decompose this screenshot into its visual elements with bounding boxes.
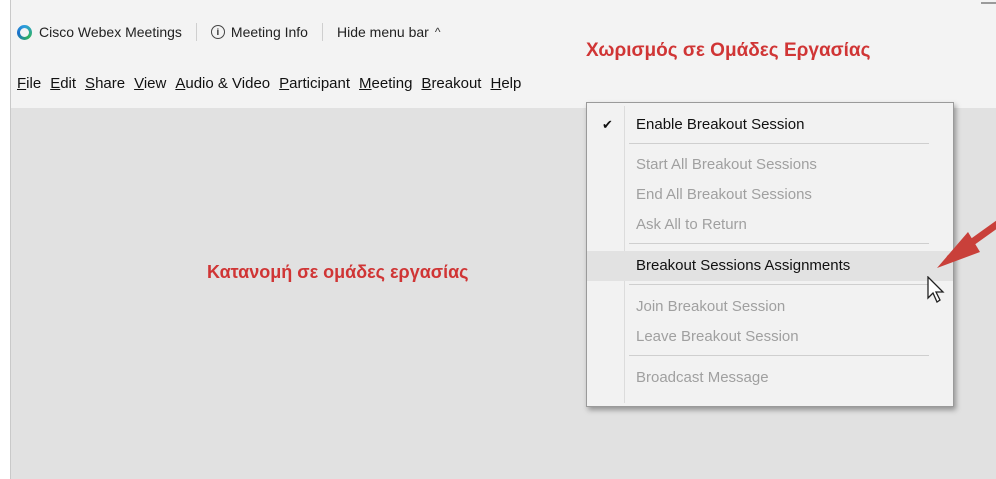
annotation-title: Χωρισμός σε Ομάδες Εργασίας: [586, 40, 871, 61]
menu-item-join-breakout-session: Join Breakout Session: [587, 292, 953, 322]
menu-item-enable-breakout-session[interactable]: ✔ Enable Breakout Session: [587, 110, 953, 140]
menu-help[interactable]: Help: [490, 75, 521, 92]
menu-item-label: Join Breakout Session: [636, 298, 786, 315]
menu-item-label: Leave Breakout Session: [636, 328, 799, 345]
menu-separator: [629, 284, 929, 285]
menu-separator: [629, 355, 929, 356]
meeting-info-label: Meeting Info: [230, 24, 308, 40]
mouse-pointer-icon: [927, 276, 945, 303]
menu-item-leave-breakout-session: Leave Breakout Session: [587, 322, 953, 352]
hide-menu-bar-button[interactable]: Hide menu bar ^: [337, 24, 440, 40]
hide-menu-bar-label: Hide menu bar: [336, 24, 429, 40]
menu-separator: [629, 143, 929, 144]
divider: [195, 23, 197, 41]
info-icon: i: [210, 25, 225, 39]
menu-share[interactable]: Share: [85, 75, 125, 92]
divider: [321, 23, 323, 41]
window-edge: [981, 2, 996, 4]
checkmark-icon: ✔: [602, 117, 613, 132]
menu-item-ask-all-to-return: Ask All to Return: [587, 210, 953, 240]
menu-breakout[interactable]: Breakout: [421, 75, 481, 92]
meeting-info-button[interactable]: i Meeting Info: [210, 24, 308, 40]
webex-logo-icon: [17, 24, 32, 40]
menu-item-end-all-breakout-sessions: End All Breakout Sessions: [587, 180, 953, 210]
menu-bar: File Edit Share View Audio & Video Participan…: [17, 72, 530, 94]
app-name: Cisco Webex Meetings: [39, 24, 182, 40]
menu-item-label: Breakout Sessions Assignments: [636, 257, 851, 274]
menu-item-label: Start All Breakout Sessions: [636, 156, 817, 173]
menu-edit[interactable]: Edit: [50, 75, 76, 92]
menu-file[interactable]: File: [17, 75, 41, 92]
menu-meeting[interactable]: Meeting: [359, 75, 412, 92]
menu-item-start-all-breakout-sessions: Start All Breakout Sessions: [587, 150, 953, 180]
menu-item-breakout-sessions-assignments[interactable]: Breakout Sessions Assignments: [587, 251, 953, 281]
menu-audio-video[interactable]: Audio & Video: [175, 75, 270, 92]
chevron-up-icon: ^: [434, 25, 441, 39]
meeting-info-bar: Cisco Webex Meetings i Meeting Info Hide…: [17, 20, 440, 44]
menu-item-label: End All Breakout Sessions: [636, 186, 812, 203]
annotation-label: Κατανομή σε ομάδες εργασίας: [207, 262, 469, 282]
menu-separator: [629, 243, 929, 244]
menu-view[interactable]: View: [134, 75, 166, 92]
breakout-dropdown-menu: ✔ Enable Breakout Session Start All Breako…: [586, 102, 954, 407]
menu-participant[interactable]: Participant: [279, 75, 350, 92]
menu-item-label: Ask All to Return: [636, 216, 747, 233]
menu-item-label: Enable Breakout Session: [636, 116, 805, 133]
menu-item-broadcast-message: Broadcast Message: [587, 363, 953, 393]
menu-item-label: Broadcast Message: [636, 369, 769, 386]
